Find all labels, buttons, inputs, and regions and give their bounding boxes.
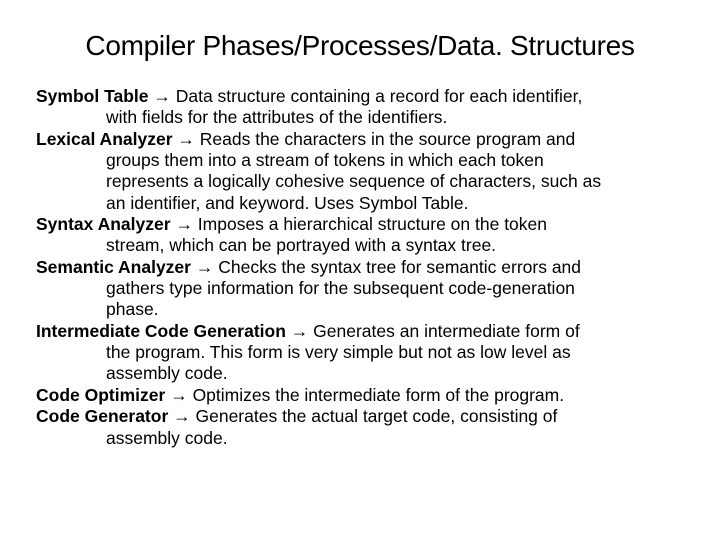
definition-text: Optimizes the intermediate form of the p… <box>188 385 564 405</box>
definition-item: Semantic Analyzer → Checks the syntax tr… <box>36 257 692 321</box>
definition-continuation: with fields for the attributes of the id… <box>36 107 692 128</box>
term: Code Optimizer <box>36 385 165 405</box>
definition-item: Code Generator → Generates the actual ta… <box>36 406 692 449</box>
definition-continuation: assembly code. <box>36 363 692 384</box>
arrow-icon: → <box>173 406 191 426</box>
slide-title: Compiler Phases/Processes/Data. Structur… <box>28 30 692 62</box>
arrow-icon: → <box>196 257 214 277</box>
arrow-icon: → <box>291 321 309 341</box>
term: Semantic Analyzer <box>36 257 191 277</box>
term: Symbol Table <box>36 86 148 106</box>
definition-item: Symbol Table → Data structure containing… <box>36 86 692 129</box>
definition-continuation: assembly code. <box>36 428 692 449</box>
definition-continuation: represents a logically cohesive sequence… <box>36 171 692 192</box>
term: Lexical Analyzer <box>36 129 173 149</box>
definition-item: Code Optimizer → Optimizes the intermedi… <box>36 385 692 406</box>
definition-item: Intermediate Code Generation → Generates… <box>36 321 692 385</box>
definition-text: Generates the actual target code, consis… <box>191 406 558 426</box>
term: Code Generator <box>36 406 168 426</box>
definition-text: Checks the syntax tree for semantic erro… <box>213 257 581 277</box>
definition-continuation: the program. This form is very simple bu… <box>36 342 692 363</box>
definition-continuation: gathers type information for the subsequ… <box>36 278 692 299</box>
definition-text: Generates an intermediate form of <box>308 321 579 341</box>
definition-continuation: phase. <box>36 299 692 320</box>
definition-text: Data structure containing a record for e… <box>171 86 582 106</box>
arrow-icon: → <box>153 86 171 106</box>
term: Syntax Analyzer <box>36 214 171 234</box>
definition-text: Reads the characters in the source progr… <box>195 129 575 149</box>
definition-continuation: stream, which can be portrayed with a sy… <box>36 235 692 256</box>
arrow-icon: → <box>170 385 188 405</box>
definition-item: Syntax Analyzer → Imposes a hierarchical… <box>36 214 692 257</box>
arrow-icon: → <box>175 214 193 234</box>
arrow-icon: → <box>177 129 195 149</box>
definition-continuation: an identifier, and keyword. Uses Symbol … <box>36 193 692 214</box>
definition-list: Symbol Table → Data structure containing… <box>28 86 692 449</box>
term: Intermediate Code Generation <box>36 321 286 341</box>
definition-text: Imposes a hierarchical structure on the … <box>193 214 547 234</box>
definition-continuation: groups them into a stream of tokens in w… <box>36 150 692 171</box>
definition-item: Lexical Analyzer → Reads the characters … <box>36 129 692 214</box>
